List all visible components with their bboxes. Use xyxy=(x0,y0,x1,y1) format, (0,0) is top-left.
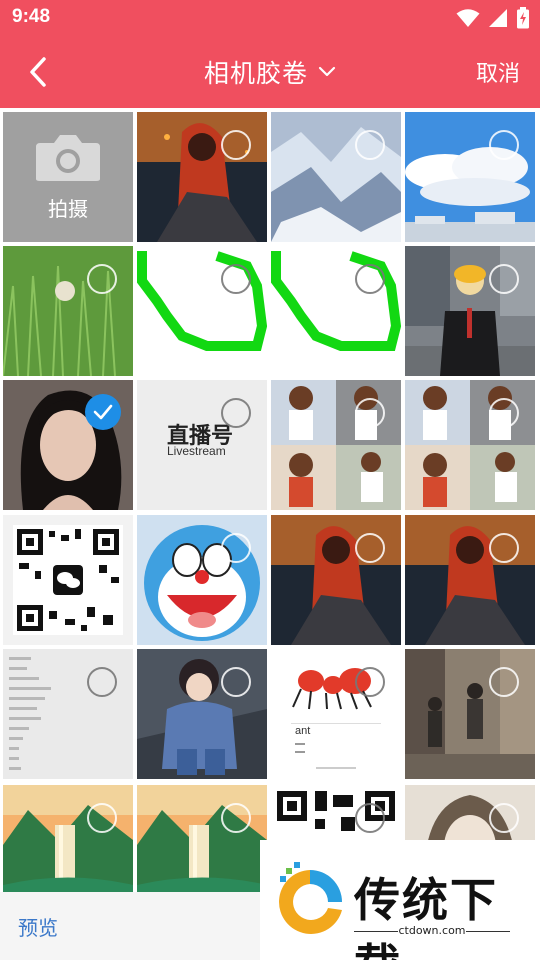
photo-thumbnail xyxy=(137,112,267,242)
select-circle[interactable] xyxy=(355,398,385,428)
watermark-rule-right xyxy=(466,931,510,932)
select-circle[interactable] xyxy=(489,533,519,563)
select-circle[interactable] xyxy=(355,803,385,833)
photo-thumbnail xyxy=(137,785,267,892)
photo-tile[interactable] xyxy=(137,649,267,779)
qr-code-thumbnail xyxy=(3,515,133,645)
select-circle[interactable] xyxy=(221,803,251,833)
select-circle[interactable] xyxy=(87,667,117,697)
select-circle[interactable] xyxy=(355,533,385,563)
select-circle[interactable] xyxy=(489,667,519,697)
photo-tile[interactable] xyxy=(137,785,267,892)
photo-tile-selected[interactable] xyxy=(3,380,133,510)
select-circle[interactable] xyxy=(87,264,117,294)
selected-check[interactable] xyxy=(85,394,121,430)
photo-tile[interactable] xyxy=(137,515,267,645)
select-circle[interactable] xyxy=(221,398,251,428)
preview-button[interactable]: 预览 xyxy=(18,912,58,941)
select-circle[interactable] xyxy=(355,264,385,294)
photo-tile[interactable] xyxy=(405,649,535,779)
photo-tile[interactable] xyxy=(405,246,535,376)
photo-tile[interactable] xyxy=(405,380,535,510)
watermark-badge: 传统下载 ctdown.com xyxy=(260,840,540,960)
select-circle[interactable] xyxy=(221,130,251,160)
photo-thumbnail xyxy=(405,112,535,242)
photo-thumbnail xyxy=(271,112,401,242)
photo-tile[interactable] xyxy=(3,785,133,892)
photo-grid: 拍摄 直播号 Livestream ant xyxy=(0,108,540,892)
select-circle[interactable] xyxy=(489,130,519,160)
photo-tile[interactable] xyxy=(3,246,133,376)
chevron-left-icon xyxy=(30,57,46,87)
photo-thumbnail xyxy=(271,515,401,645)
photo-tile[interactable] xyxy=(271,246,401,376)
select-circle[interactable] xyxy=(221,667,251,697)
photo-thumbnail xyxy=(137,649,267,779)
cancel-button[interactable]: 取消 xyxy=(476,56,520,88)
camera-icon xyxy=(36,134,100,181)
photo-thumbnail xyxy=(405,380,535,510)
select-circle[interactable] xyxy=(221,264,251,294)
photo-thumbnail xyxy=(271,649,401,779)
battery-charging-icon xyxy=(517,7,529,29)
photo-thumbnail xyxy=(3,246,133,376)
album-selector[interactable]: 相机胶卷 xyxy=(204,54,336,90)
photo-thumbnail xyxy=(3,785,133,892)
status-time: 9:48 xyxy=(12,6,51,27)
wifi-icon xyxy=(456,9,480,27)
livestream-sub-text: Livestream xyxy=(167,444,226,458)
photo-tile[interactable] xyxy=(271,112,401,242)
select-circle[interactable] xyxy=(87,803,117,833)
photo-tile[interactable] xyxy=(3,649,133,779)
camera-label: 拍摄 xyxy=(48,196,88,221)
camera-capture-tile[interactable]: 拍摄 xyxy=(3,112,133,242)
photo-thumbnail xyxy=(271,246,401,376)
photo-tile[interactable] xyxy=(137,246,267,376)
photo-tile[interactable]: 直播号 Livestream xyxy=(137,380,267,510)
photo-tile[interactable] xyxy=(3,515,133,645)
photo-thumbnail xyxy=(137,246,267,376)
select-circle[interactable] xyxy=(489,803,519,833)
photo-thumbnail xyxy=(271,380,401,510)
watermark-brand: 传统下载 xyxy=(354,873,498,960)
ant-word-text: ant xyxy=(295,725,311,737)
status-icons xyxy=(456,6,530,30)
select-circle[interactable] xyxy=(355,130,385,160)
photo-tile[interactable] xyxy=(271,515,401,645)
select-circle[interactable] xyxy=(489,398,519,428)
photo-thumbnail xyxy=(405,649,535,779)
photo-thumbnail xyxy=(405,515,535,645)
photo-thumbnail xyxy=(137,515,267,645)
navigation-header: 相机胶卷 取消 xyxy=(0,36,540,108)
checkmark-icon xyxy=(93,404,113,420)
photo-tile[interactable]: ant xyxy=(271,649,401,779)
back-button[interactable] xyxy=(22,54,58,90)
select-circle[interactable] xyxy=(221,533,251,563)
page-title: 相机胶卷 xyxy=(203,59,308,88)
cell-signal-icon xyxy=(489,9,507,27)
photo-thumbnail xyxy=(405,246,535,376)
chevron-down-icon xyxy=(318,66,336,77)
photo-tile[interactable] xyxy=(137,112,267,242)
watermark-logo xyxy=(279,862,342,934)
photo-tile[interactable] xyxy=(271,380,401,510)
app-top-bar: 9:48 相机胶卷 取消 xyxy=(0,0,540,108)
photo-thumbnail xyxy=(3,649,133,779)
photo-tile[interactable] xyxy=(405,112,535,242)
select-circle[interactable] xyxy=(489,264,519,294)
status-bar: 9:48 xyxy=(0,0,540,36)
select-circle[interactable] xyxy=(355,667,385,697)
photo-tile[interactable] xyxy=(405,515,535,645)
